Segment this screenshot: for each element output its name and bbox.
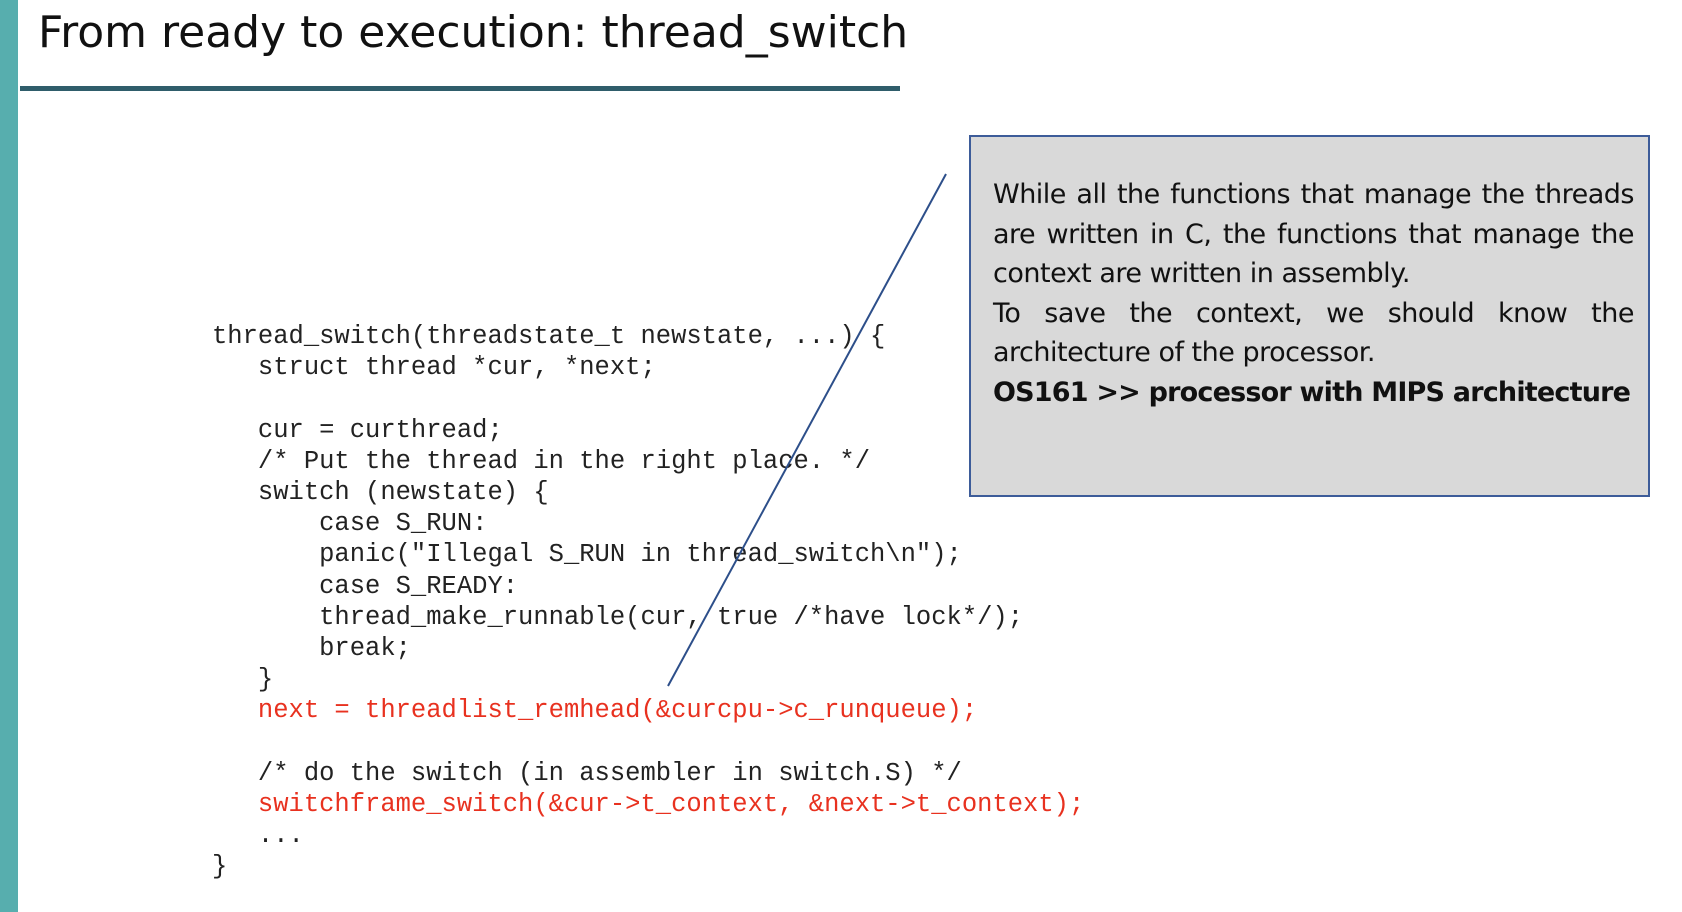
- code-line: break;: [212, 633, 411, 663]
- title-underline: [20, 86, 900, 91]
- code-line: panic("Illegal S_RUN in thread_switch\n"…: [212, 540, 962, 570]
- code-line: switch (newstate) {: [212, 477, 549, 507]
- code-line: thread_make_runnable(cur, true /*have lo…: [212, 602, 1024, 632]
- code-line-highlighted: next = threadlist_remhead(&curcpu->c_run…: [212, 696, 978, 726]
- code-line: thread_switch(threadstate_t newstate, ..…: [212, 322, 886, 351]
- code-line: case S_RUN:: [212, 509, 488, 539]
- code-line: }: [212, 665, 274, 695]
- code-line-highlighted: switchframe_switch(&cur->t_context, &nex…: [212, 789, 1085, 819]
- slide-title: From ready to execution: thread_switch: [38, 7, 909, 58]
- code-line: case S_READY:: [212, 571, 519, 601]
- code-line: ...: [212, 821, 304, 850]
- note-text: To save the context, we should know the …: [993, 297, 1635, 369]
- code-line: /* do the switch (in assembler in switch…: [212, 758, 962, 788]
- slide-accent-bar: [0, 0, 18, 912]
- code-line: struct thread *cur, *next;: [212, 353, 656, 383]
- note-box: While all the functions that manage the …: [969, 135, 1650, 497]
- code-line: /* Put the thread in the right place. */: [212, 446, 871, 476]
- code-block: thread_switch(threadstate_t newstate, ..…: [212, 321, 1084, 882]
- code-line: cur = curthread;: [212, 415, 503, 445]
- note-text: While all the functions that manage the …: [993, 179, 1635, 289]
- code-line: }: [212, 852, 228, 882]
- note-emphasis: OS161 >> processor with MIPS architectur…: [993, 376, 1631, 408]
